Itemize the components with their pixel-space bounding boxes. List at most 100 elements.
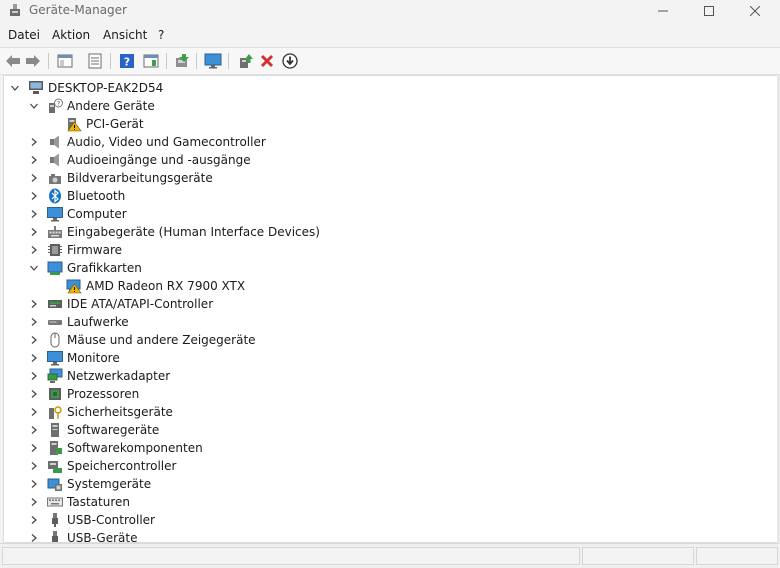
tree-node-amd-radeon-rx-7900-xtx[interactable]: AMD Radeon RX 7900 XTX [48, 277, 245, 295]
export-list-button[interactable] [142, 52, 160, 70]
speaker-icon [47, 134, 63, 150]
tree-node-label: IDE ATA/ATAPI-Controller [67, 297, 214, 311]
chevron-right-icon[interactable] [29, 479, 39, 489]
close-button[interactable] [732, 0, 778, 22]
back-icon [6, 55, 20, 67]
tree-node-grafikkarten[interactable]: Grafikkarten [29, 259, 142, 277]
tree-node-audio-video-und-gamecontroller[interactable]: Audio, Video und Gamecontroller [29, 133, 266, 151]
chevron-right-icon[interactable] [29, 335, 39, 345]
chevron-right-icon[interactable] [29, 353, 39, 363]
chevron-down-icon[interactable] [29, 101, 39, 111]
usb-icon [47, 530, 63, 542]
chevron-right-icon[interactable] [29, 389, 39, 399]
tree-node-softwaregeraete[interactable]: Softwaregeräte [29, 421, 159, 439]
chevron-right-icon[interactable] [29, 371, 39, 381]
status-bar [0, 543, 780, 568]
toolbar-separator [110, 53, 111, 69]
display-adapter-warning-icon [66, 278, 82, 294]
chevron-right-icon[interactable] [29, 425, 39, 435]
tree-node-maeuse-und-andere-zeigegeraete[interactable]: Mäuse und andere Zeigegeräte [29, 331, 256, 349]
scan-hardware-changes-icon [176, 54, 189, 67]
chevron-right-icon[interactable] [29, 245, 39, 255]
tree-node-usb-geraete[interactable]: USB-Geräte [29, 529, 137, 542]
menu-datei[interactable]: Datei [8, 28, 40, 42]
chevron-right-icon[interactable] [29, 155, 39, 165]
title-bar: Geräte-Manager [0, 0, 780, 22]
tree-node-audioeingaenge-und-ausgaenge[interactable]: Audioeingänge und -ausgänge [29, 151, 251, 169]
chevron-right-icon[interactable] [29, 515, 39, 525]
tree-node-netzwerkadapter[interactable]: Netzwerkadapter [29, 367, 170, 385]
chevron-right-icon[interactable] [29, 497, 39, 507]
show-hide-console-tree-button[interactable] [56, 52, 74, 70]
status-segment-3 [696, 547, 778, 565]
forward-button[interactable] [24, 52, 42, 70]
chevron-right-icon[interactable] [29, 407, 39, 417]
svg-text:?: ? [57, 100, 60, 108]
minimize-button[interactable] [640, 0, 686, 22]
menu-bar: Datei Aktion Ansicht ? [0, 24, 780, 46]
chevron-right-icon[interactable] [29, 461, 39, 471]
tree-node-root-computer[interactable]: DESKTOP-EAK2D54 [10, 79, 163, 97]
show-hide-console-tree-icon [57, 54, 73, 68]
chevron-right-icon[interactable] [29, 533, 39, 542]
tree-node-label: Softwarekomponenten [67, 441, 203, 455]
chevron-right-icon[interactable] [29, 191, 39, 201]
tree-node-prozessoren[interactable]: Prozessoren [29, 385, 139, 403]
menu-ansicht[interactable]: Ansicht [103, 28, 147, 42]
tree-node-laufwerke[interactable]: Laufwerke [29, 313, 129, 331]
tree-node-label: Bildverarbeitungsgeräte [67, 171, 213, 185]
chevron-right-icon[interactable] [29, 137, 39, 147]
tree-node-label: Sicherheitsgeräte [67, 405, 173, 419]
chevron-right-icon[interactable] [29, 317, 39, 327]
tree-node-systemgeraete[interactable]: Systemgeräte [29, 475, 151, 493]
device-tree[interactable]: DESKTOP-EAK2D54? Andere Geräte PCI-Gerät Au… [3, 75, 779, 543]
tree-node-label: Bluetooth [67, 189, 126, 203]
tree-node-monitore[interactable]: Monitore [29, 349, 120, 367]
status-segment-main [2, 547, 580, 565]
scan-hardware-changes-button[interactable] [173, 52, 191, 70]
tree-node-firmware[interactable]: Firmware [29, 241, 122, 259]
update-driver-button[interactable] [236, 52, 254, 70]
toolbar-separator [196, 53, 197, 69]
chevron-down-icon[interactable] [29, 263, 39, 273]
chevron-down-icon[interactable] [10, 83, 20, 93]
properties-button[interactable] [86, 52, 104, 70]
tree-node-pci-geraet[interactable]: PCI-Gerät [48, 115, 144, 133]
disk-drive-icon [47, 314, 63, 330]
uninstall-device-icon [260, 54, 274, 68]
tree-node-tastaturen[interactable]: Tastaturen [29, 493, 130, 511]
tree-node-computer[interactable]: Computer [29, 205, 127, 223]
tree-node-label: Audioeingänge und -ausgänge [67, 153, 251, 167]
uninstall-device-button[interactable] [258, 52, 276, 70]
tree-node-sicherheitsgeraete[interactable]: Sicherheitsgeräte [29, 403, 173, 421]
chevron-right-icon[interactable] [29, 209, 39, 219]
network-adapter-icon [47, 368, 63, 384]
ide-controller-icon [47, 296, 63, 312]
tree-node-label: DESKTOP-EAK2D54 [48, 81, 164, 95]
back-button[interactable] [4, 52, 22, 70]
maximize-button[interactable] [686, 0, 732, 22]
disable-device-button[interactable] [281, 52, 299, 70]
close-icon [750, 6, 760, 16]
chevron-right-icon[interactable] [29, 227, 39, 237]
tree-node-label: Grafikkarten [67, 261, 142, 275]
tree-node-eingabegeraete-human-interface-devices[interactable]: Eingabegeräte (Human Interface Devices) [29, 223, 320, 241]
menu-help[interactable]: ? [158, 28, 164, 42]
chevron-right-icon[interactable] [29, 443, 39, 453]
help-button[interactable]: ? [118, 52, 136, 70]
menu-aktion[interactable]: Aktion [52, 28, 90, 42]
storage-controller-icon [47, 458, 63, 474]
tree-node-bildverarbeitungsgeraete[interactable]: Bildverarbeitungsgeräte [29, 169, 213, 187]
tree-node-andere-geraete[interactable]: ? Andere Geräte [29, 97, 155, 115]
tree-node-softwarekomponenten[interactable]: Softwarekomponenten [29, 439, 203, 457]
tree-node-bluetooth[interactable]: Bluetooth [29, 187, 125, 205]
tree-node-usb-controller[interactable]: USB-Controller [29, 511, 155, 529]
maximize-icon [704, 6, 714, 16]
chevron-right-icon[interactable] [29, 173, 39, 183]
chevron-right-icon[interactable] [29, 299, 39, 309]
monitor-button[interactable] [204, 52, 222, 70]
tree-node-ide-ata-atapi-controller[interactable]: IDE ATA/ATAPI-Controller [29, 295, 213, 313]
tree-node-speichercontroller[interactable]: Speichercontroller [29, 457, 176, 475]
